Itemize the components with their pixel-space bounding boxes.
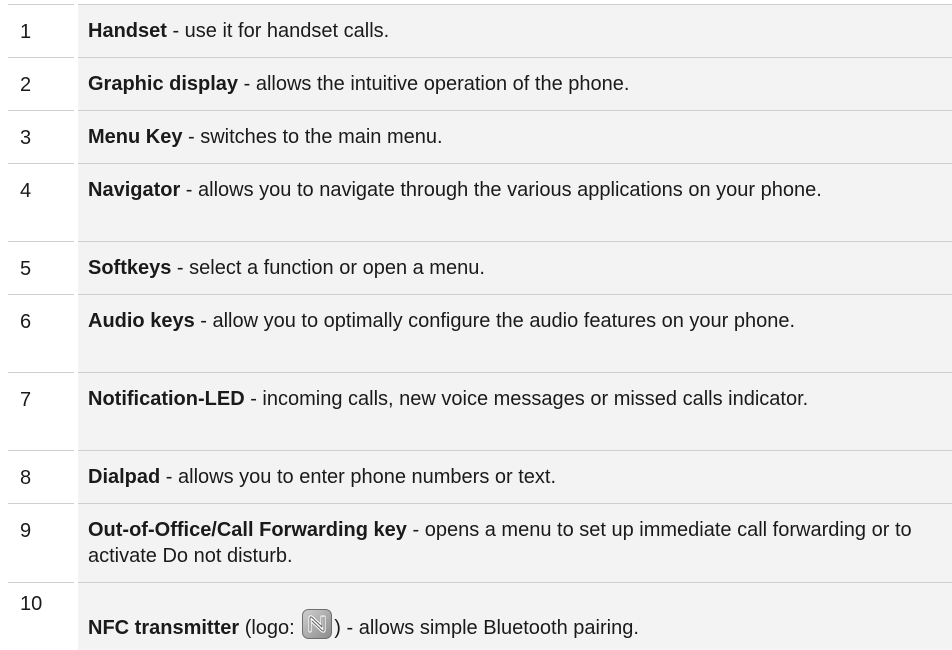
component-description: - switches to the main menu.	[182, 126, 443, 148]
row-number-cell: 10	[8, 582, 76, 650]
table-row: 2 Graphic display - allows the intuitive…	[8, 57, 952, 111]
component-description: - use it for handset calls.	[166, 20, 390, 42]
row-description-cell: Navigator - allows you to navigate throu…	[74, 163, 952, 242]
component-description-before-logo: (logo:	[239, 617, 301, 639]
row-number-cell: 2	[8, 57, 76, 111]
row-number-cell: 3	[8, 110, 76, 164]
component-term: Audio keys	[88, 310, 195, 332]
component-description: - allows the intuitive operation of the …	[238, 73, 630, 95]
row-number: 1	[20, 21, 32, 43]
row-number-cell: 4	[8, 163, 76, 242]
row-description-cell: Out-of-Office/Call Forwarding key - open…	[74, 503, 952, 583]
component-term: Graphic display	[88, 73, 239, 95]
table-row: 3 Menu Key - switches to the main menu.	[8, 110, 952, 164]
table-row: 1 Handset - use it for handset calls.	[8, 4, 952, 58]
component-term: Handset	[88, 20, 167, 42]
row-number: 10	[20, 593, 43, 615]
row-number: 7	[20, 389, 32, 411]
row-number: 9	[20, 520, 32, 542]
row-number: 3	[20, 127, 32, 149]
table-row: 9 Out-of-Office/Call Forwarding key - op…	[8, 503, 952, 583]
row-number-cell: 9	[8, 503, 76, 583]
component-description: - allows you to navigate through the var…	[180, 179, 822, 201]
row-number-cell: 8	[8, 450, 76, 504]
component-term: Softkeys	[88, 257, 172, 279]
row-number: 8	[20, 467, 32, 489]
row-number: 6	[20, 311, 32, 333]
component-description: - allows you to enter phone numbers or t…	[160, 466, 557, 488]
table-row: 5 Softkeys - select a function or open a…	[8, 241, 952, 295]
component-description: - select a function or open a menu.	[171, 257, 485, 279]
row-number-cell: 5	[8, 241, 76, 295]
row-number-cell: 7	[8, 372, 76, 451]
table-row: 6 Audio keys - allow you to optimally co…	[8, 294, 952, 373]
table-row: 8 Dialpad - allows you to enter phone nu…	[8, 450, 952, 504]
table-row: 7 Notification-LED - incoming calls, new…	[8, 372, 952, 451]
row-number-cell: 1	[8, 4, 76, 58]
component-legend-table: 1 Handset - use it for handset calls. 2 …	[8, 4, 952, 650]
row-number-cell: 6	[8, 294, 76, 373]
component-description: - allow you to optimally configure the a…	[194, 310, 796, 332]
row-description-cell: NFC transmitter (logo: ) - allows simple…	[74, 582, 952, 650]
table-row: 10 NFC transmitter (logo: ) - allows sim…	[8, 582, 952, 650]
row-description-cell: Audio keys - allow you to optimally conf…	[74, 294, 952, 373]
row-description-cell: Notification-LED - incoming calls, new v…	[74, 372, 952, 451]
row-description-cell: Menu Key - switches to the main menu.	[74, 110, 952, 164]
component-term: Out-of-Office/Call Forwarding key	[88, 519, 407, 541]
row-description-cell: Softkeys - select a function or open a m…	[74, 241, 952, 295]
row-description-cell: Dialpad - allows you to enter phone numb…	[74, 450, 952, 504]
row-number: 2	[20, 74, 32, 96]
component-description-after-logo: ) - allows simple Bluetooth pairing.	[334, 617, 639, 639]
table-row: 4 Navigator - allows you to navigate thr…	[8, 163, 952, 242]
component-term: Notification-LED	[88, 388, 245, 410]
row-number: 4	[20, 180, 32, 202]
row-description-cell: Handset - use it for handset calls.	[74, 4, 952, 58]
component-term: Dialpad	[88, 466, 161, 488]
component-description: - incoming calls, new voice messages or …	[244, 388, 809, 410]
row-number: 5	[20, 258, 32, 280]
component-term: Menu Key	[88, 126, 183, 148]
component-term: Navigator	[88, 179, 181, 201]
component-term: NFC transmitter	[88, 617, 240, 639]
row-description-cell: Graphic display - allows the intuitive o…	[74, 57, 952, 111]
nfc-logo-icon	[301, 608, 333, 640]
